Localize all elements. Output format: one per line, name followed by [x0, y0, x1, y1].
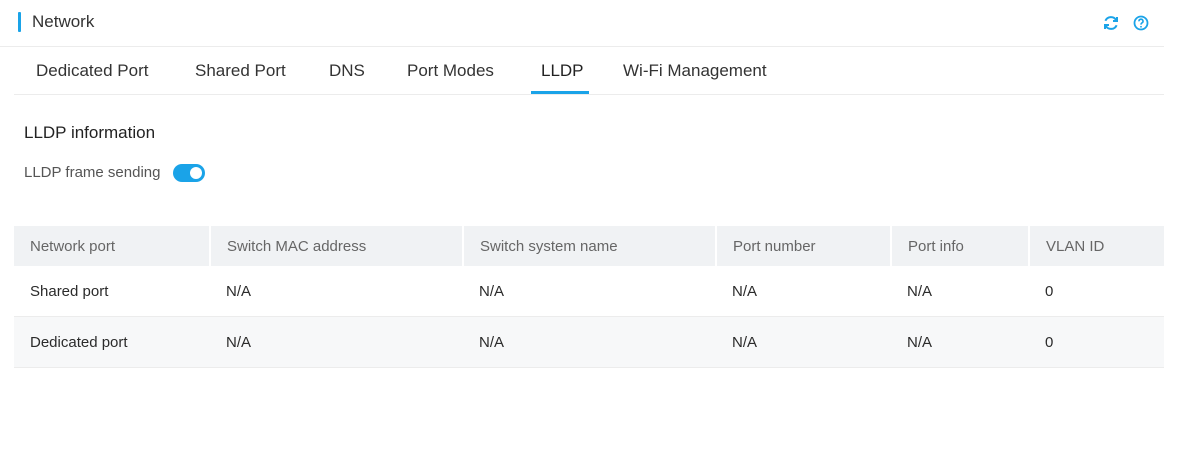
- active-tab-indicator: [531, 91, 589, 94]
- toggle-knob: [190, 167, 202, 179]
- tab-wifi-management[interactable]: Wi-Fi Management: [623, 61, 767, 81]
- column-header: Port info: [890, 226, 1029, 266]
- table-cell: N/A: [716, 266, 891, 317]
- column-header: Switch MAC address: [209, 226, 463, 266]
- table-row: Shared port N/A N/A N/A N/A 0: [14, 266, 1164, 317]
- column-header: Network port: [14, 226, 210, 266]
- help-icon[interactable]: [1132, 14, 1150, 32]
- page-header: Network: [0, 0, 1164, 47]
- page-title: Network: [32, 12, 95, 31]
- table-row: Dedicated port N/A N/A N/A N/A 0: [14, 316, 1164, 368]
- column-header: VLAN ID: [1028, 226, 1164, 266]
- frame-sending-label: LLDP frame sending: [24, 164, 161, 181]
- table-cell: N/A: [463, 316, 716, 368]
- tab-port-modes[interactable]: Port Modes: [407, 61, 494, 81]
- header-actions: [1102, 14, 1150, 32]
- table-cell: N/A: [716, 316, 891, 368]
- table-cell: Shared port: [14, 266, 210, 317]
- table-cell: N/A: [463, 266, 716, 317]
- table-header-row: Network port Switch MAC address Switch s…: [14, 226, 1164, 266]
- column-header: Port number: [715, 226, 891, 266]
- table-cell: 0: [1029, 316, 1164, 368]
- frame-sending-toggle[interactable]: [173, 164, 205, 182]
- tab-lldp[interactable]: LLDP: [541, 61, 584, 81]
- tab-dedicated-port[interactable]: Dedicated Port: [36, 61, 148, 81]
- lldp-table: Network port Switch MAC address Switch s…: [14, 226, 1164, 368]
- table-cell: N/A: [210, 266, 463, 317]
- tab-bar: Dedicated Port Shared Port DNS Port Mode…: [14, 47, 1164, 95]
- table-cell: Dedicated port: [14, 316, 210, 368]
- table-cell: N/A: [891, 316, 1029, 368]
- column-header: Switch system name: [462, 226, 716, 266]
- tab-shared-port[interactable]: Shared Port: [195, 61, 286, 81]
- refresh-icon[interactable]: [1102, 14, 1120, 32]
- table-cell: 0: [1029, 266, 1164, 317]
- table-cell: N/A: [891, 266, 1029, 317]
- title-accent-bar: [18, 12, 21, 32]
- table-cell: N/A: [210, 316, 463, 368]
- section-title: LLDP information: [24, 123, 156, 142]
- tab-dns[interactable]: DNS: [329, 61, 365, 81]
